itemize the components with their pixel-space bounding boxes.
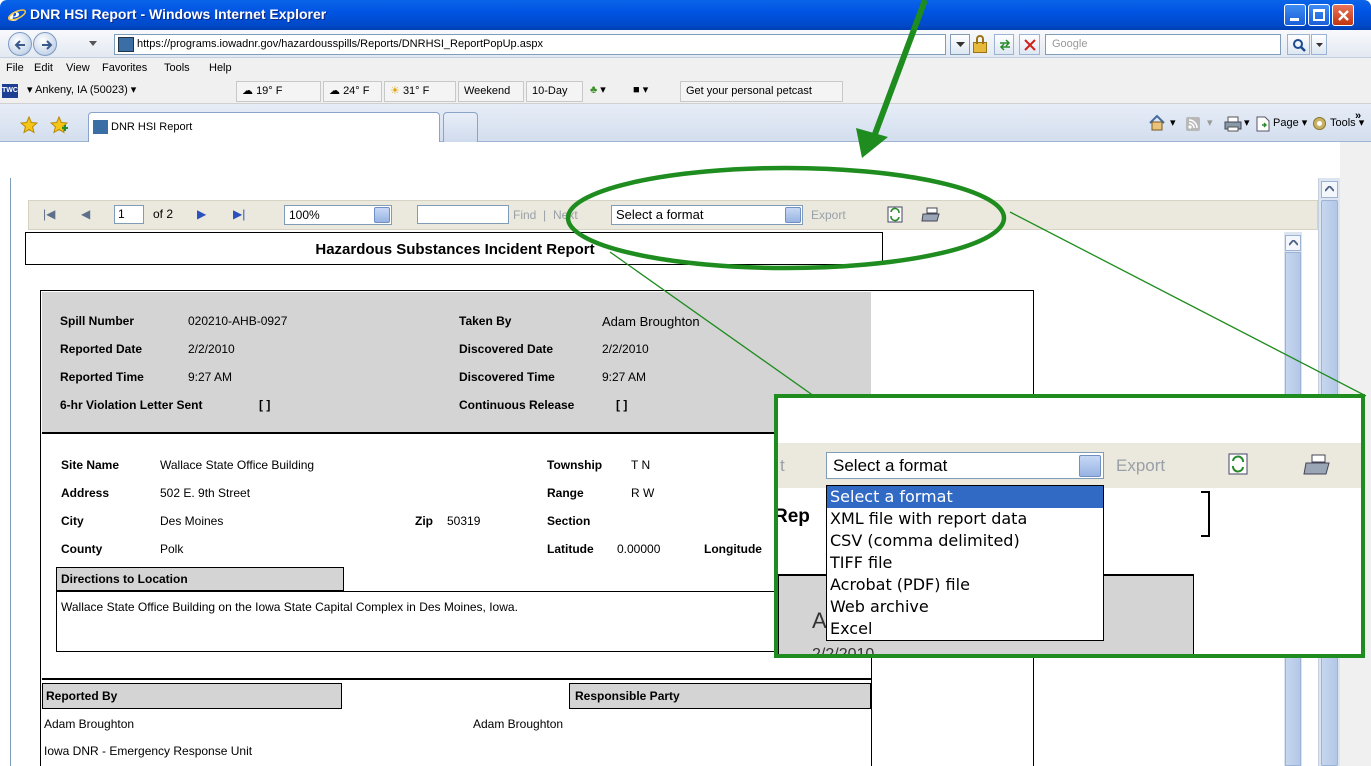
- zoomed-report-fragment: Rep: [774, 506, 810, 527]
- format-option-csv[interactable]: CSV (comma delimited): [827, 530, 1103, 552]
- format-option-xml[interactable]: XML file with report data: [827, 508, 1103, 530]
- arrow-shaft: [869, 0, 928, 144]
- zoomed-export-link[interactable]: Export: [1116, 456, 1165, 476]
- chevron-down-icon: [1079, 455, 1101, 477]
- zoomed-title-box-edge: [1201, 491, 1210, 537]
- highlight-ellipse: [565, 165, 1007, 271]
- format-option-tiff[interactable]: TIFF file: [827, 552, 1103, 574]
- zoomed-format-select[interactable]: Select a format: [826, 452, 1104, 479]
- format-dropdown-list: Select a format XML file with report dat…: [826, 485, 1104, 641]
- zoomed-format-value: Select a format: [833, 456, 948, 475]
- zoomed-toolbar-fragment: t: [780, 456, 785, 475]
- zoomed-letter-fragment: A: [812, 608, 827, 633]
- zoomed-date-fragment: 2/2/2010: [812, 646, 875, 658]
- format-option-web-archive[interactable]: Web archive: [827, 596, 1103, 618]
- callout-line-right: [1009, 211, 1367, 397]
- arrow-head-icon: [856, 128, 888, 158]
- format-option-excel[interactable]: Excel: [827, 618, 1103, 640]
- zoom-callout-panel: t Select a format Export Rep A 2/2/2010 …: [774, 394, 1365, 658]
- format-option-select[interactable]: Select a format: [827, 486, 1103, 508]
- format-option-pdf[interactable]: Acrobat (PDF) file: [827, 574, 1103, 596]
- print-report-icon[interactable]: [1303, 454, 1331, 476]
- refresh-report-icon[interactable]: [1228, 453, 1248, 475]
